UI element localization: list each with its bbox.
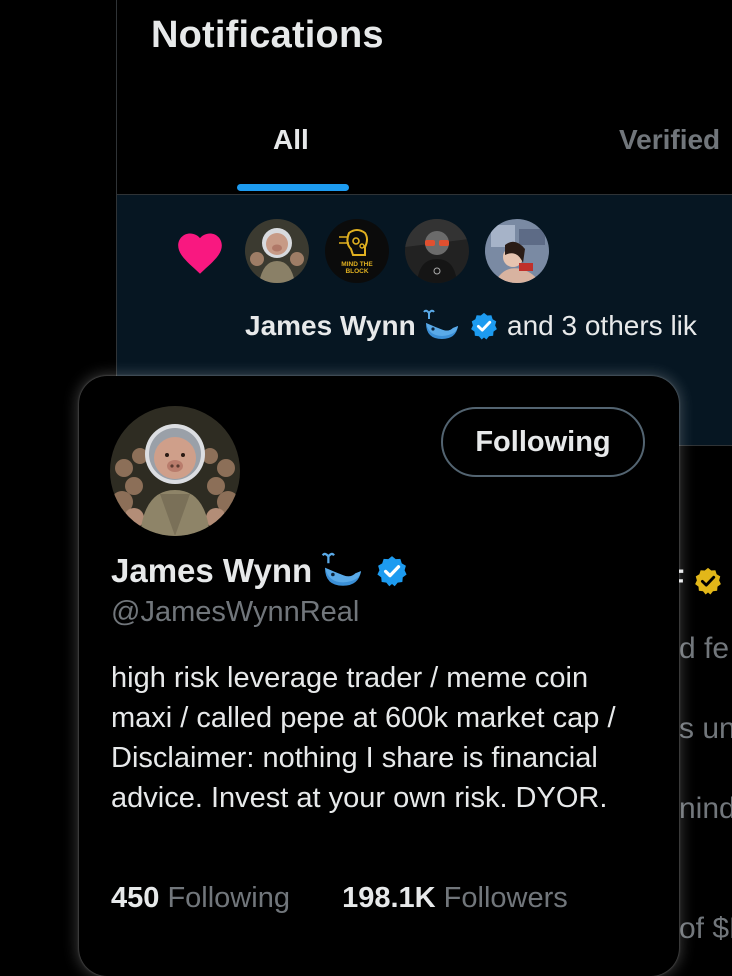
followers-label: Followers xyxy=(443,882,568,914)
notification-others-text: and 3 others lik xyxy=(507,310,697,341)
profile-stats: 450 Following 198.1K Followers xyxy=(111,882,568,915)
gold-verified-badge-icon xyxy=(694,567,721,595)
followers-count: 198.1K xyxy=(342,882,436,914)
verified-badge-icon xyxy=(376,556,407,587)
pig-astronaut-avatar[interactable] xyxy=(245,219,309,283)
mind-the-block-text-2: BLOCK xyxy=(345,268,368,275)
following-button[interactable]: Following xyxy=(441,407,645,477)
profile-name-text[interactable]: James Wynn xyxy=(111,552,312,589)
profile-name: James Wynn xyxy=(111,552,409,590)
photo-avatar[interactable] xyxy=(485,219,549,283)
verified-badge-icon xyxy=(471,312,498,340)
profile-hover-card: Following James Wynn @JamesWynnReal high… xyxy=(79,376,679,976)
profile-bio: high risk leverage trader / meme coin ma… xyxy=(111,662,616,814)
followers-stat[interactable]: 198.1K Followers xyxy=(342,882,568,914)
active-tab-indicator xyxy=(237,184,349,191)
heart-icon xyxy=(178,233,222,274)
following-stat[interactable]: 450 Following xyxy=(111,882,290,914)
following-label: Following xyxy=(167,882,290,914)
background-row-3: s uni xyxy=(679,712,732,745)
notification-text: James Wynn and 3 others lik xyxy=(245,309,697,342)
following-count: 450 xyxy=(111,882,160,914)
mind-the-block-avatar[interactable]: MIND THE BLOCK xyxy=(325,219,389,283)
mind-the-block-text-1: MIND THE xyxy=(341,261,373,268)
background-row-5: of $F xyxy=(679,912,732,945)
profile-handle[interactable]: @JamesWynnReal xyxy=(111,596,359,629)
page-title: Notifications xyxy=(151,14,384,56)
tab-all[interactable]: All xyxy=(273,124,309,156)
tab-verified[interactable]: Verified xyxy=(619,124,720,156)
whale-icon xyxy=(423,309,459,339)
notification-tabs: All Verified xyxy=(117,100,732,195)
whale-icon xyxy=(322,552,362,586)
profile-avatar[interactable] xyxy=(110,406,240,536)
background-row-4: nind xyxy=(679,792,732,825)
background-row-2: d fe xyxy=(679,632,730,665)
sunglasses-avatar[interactable] xyxy=(405,219,469,283)
notification-user-name[interactable]: James Wynn xyxy=(245,310,416,341)
